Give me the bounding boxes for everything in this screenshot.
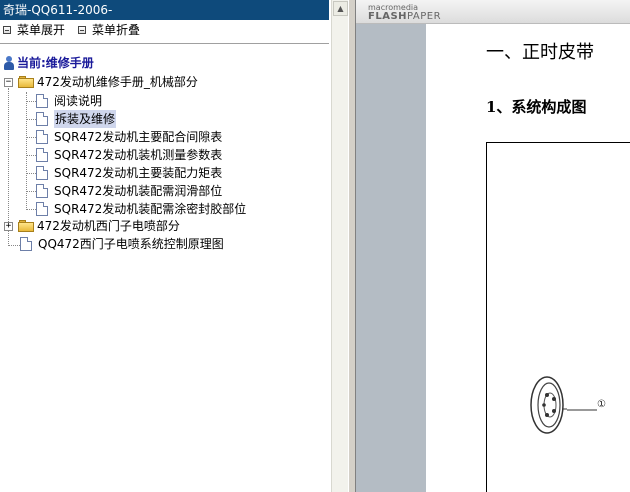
logo-product-bold: FLASH	[368, 11, 408, 22]
menu-expand-icon	[3, 26, 11, 34]
tree-item-label: 阅读说明	[54, 94, 103, 108]
collapse-toggle-icon[interactable]: −	[4, 78, 13, 87]
tree-item-label: SQR472发动机装配需涂密封胶部位	[54, 202, 247, 216]
menu-toolbar: 菜单展开 菜单折叠	[0, 21, 329, 39]
tree-guide-line	[26, 119, 36, 120]
tree-panel: 奇瑞-QQ611-2006- 菜单展开 菜单折叠 当前:维修手册 − 472发动…	[0, 0, 331, 492]
tree-item-label: QQ472西门子电喷系统控制原理图	[38, 237, 224, 251]
document-icon	[36, 184, 48, 198]
user-icon	[4, 56, 14, 70]
flashpaper-logo: macromedia FLASHPAPER	[368, 3, 442, 22]
window-title: 奇瑞-QQ611-2006-	[0, 0, 329, 20]
expand-all-button[interactable]: 菜单展开	[3, 21, 65, 39]
tree-item-measurement-table[interactable]: SQR472发动机装机测量参数表	[36, 146, 222, 164]
document-icon	[20, 237, 32, 251]
document-icon	[36, 112, 48, 126]
current-location-label: 当前:维修手册	[17, 56, 94, 70]
menu-collapse-icon	[78, 26, 86, 34]
tree-item-label-selected: 拆装及维修	[54, 110, 117, 128]
tree-guide-line	[26, 191, 36, 192]
tree-item-clearance-table[interactable]: SQR472发动机主要配合间隙表	[36, 128, 222, 146]
document-icon	[36, 202, 48, 216]
document-icon	[36, 148, 48, 162]
scroll-up-button[interactable]: ▲	[333, 1, 348, 16]
folder-closed-icon	[18, 220, 34, 232]
tree-item-label: SQR472发动机主要装配力矩表	[54, 166, 223, 180]
triangle-up-icon: ▲	[337, 4, 344, 13]
tree-item-efi-schematic[interactable]: QQ472西门子电喷系统控制原理图	[20, 235, 224, 253]
tree-guide-line	[26, 137, 36, 138]
tree-guide-line	[8, 245, 20, 246]
tree-scrollbar[interactable]: ▲	[331, 0, 348, 492]
tree-guide-line	[26, 173, 36, 174]
tree-item-label: SQR472发动机主要配合间隙表	[54, 130, 223, 144]
document-icon	[36, 94, 48, 108]
section-heading: 一、正时皮带	[486, 42, 594, 63]
callout-leader-line	[567, 409, 597, 411]
viewer-background	[356, 0, 426, 492]
tree-item-sealant-points[interactable]: SQR472发动机装配需涂密封胶部位	[36, 200, 246, 218]
callout-number: ①	[597, 399, 606, 410]
document-page: 一、正时皮带 1、系统构成图 ①	[426, 24, 630, 492]
tree-folder-siemens-efi[interactable]: 472发动机西门子电喷部分	[18, 217, 180, 235]
tree-item-reading-guide[interactable]: 阅读说明	[36, 92, 102, 110]
subsection-heading: 1、系统构成图	[486, 98, 587, 116]
tree-guide-line	[26, 92, 27, 210]
tree-guide-line	[26, 155, 36, 156]
diagram-frame: ①	[486, 142, 630, 492]
current-location: 当前:维修手册	[4, 54, 94, 72]
tree-item-torque-table[interactable]: SQR472发动机主要装配力矩表	[36, 164, 222, 182]
collapse-all-label: 菜单折叠	[92, 23, 141, 37]
tree-folder-mechanical[interactable]: 472发动机维修手册_机械部分	[18, 73, 198, 91]
toolbar-divider	[0, 43, 329, 45]
tree-item-label: SQR472发动机装机测量参数表	[54, 148, 223, 162]
tree-guide-line	[26, 101, 36, 102]
tree-guide-line	[26, 209, 36, 210]
panel-splitter[interactable]	[348, 0, 356, 492]
expand-all-label: 菜单展开	[17, 23, 66, 37]
tree-item-lubrication-points[interactable]: SQR472发动机装配需润滑部位	[36, 182, 222, 200]
expand-toggle-icon[interactable]: +	[4, 222, 13, 231]
document-icon	[36, 130, 48, 144]
collapse-all-button[interactable]: 菜单折叠	[78, 21, 140, 39]
crankshaft-pulley-drawing	[530, 376, 567, 434]
document-icon	[36, 166, 48, 180]
tree-item-disassembly-repair[interactable]: 拆装及维修	[36, 110, 117, 128]
tree-folder-label: 472发动机维修手册_机械部分	[37, 75, 198, 89]
tree-item-label: SQR472发动机装配需润滑部位	[54, 184, 223, 198]
logo-product-light: PAPER	[407, 11, 442, 22]
folder-open-icon	[18, 76, 34, 88]
flashpaper-toolbar: macromedia FLASHPAPER	[356, 0, 630, 24]
tree-folder-label: 472发动机西门子电喷部分	[37, 219, 180, 233]
